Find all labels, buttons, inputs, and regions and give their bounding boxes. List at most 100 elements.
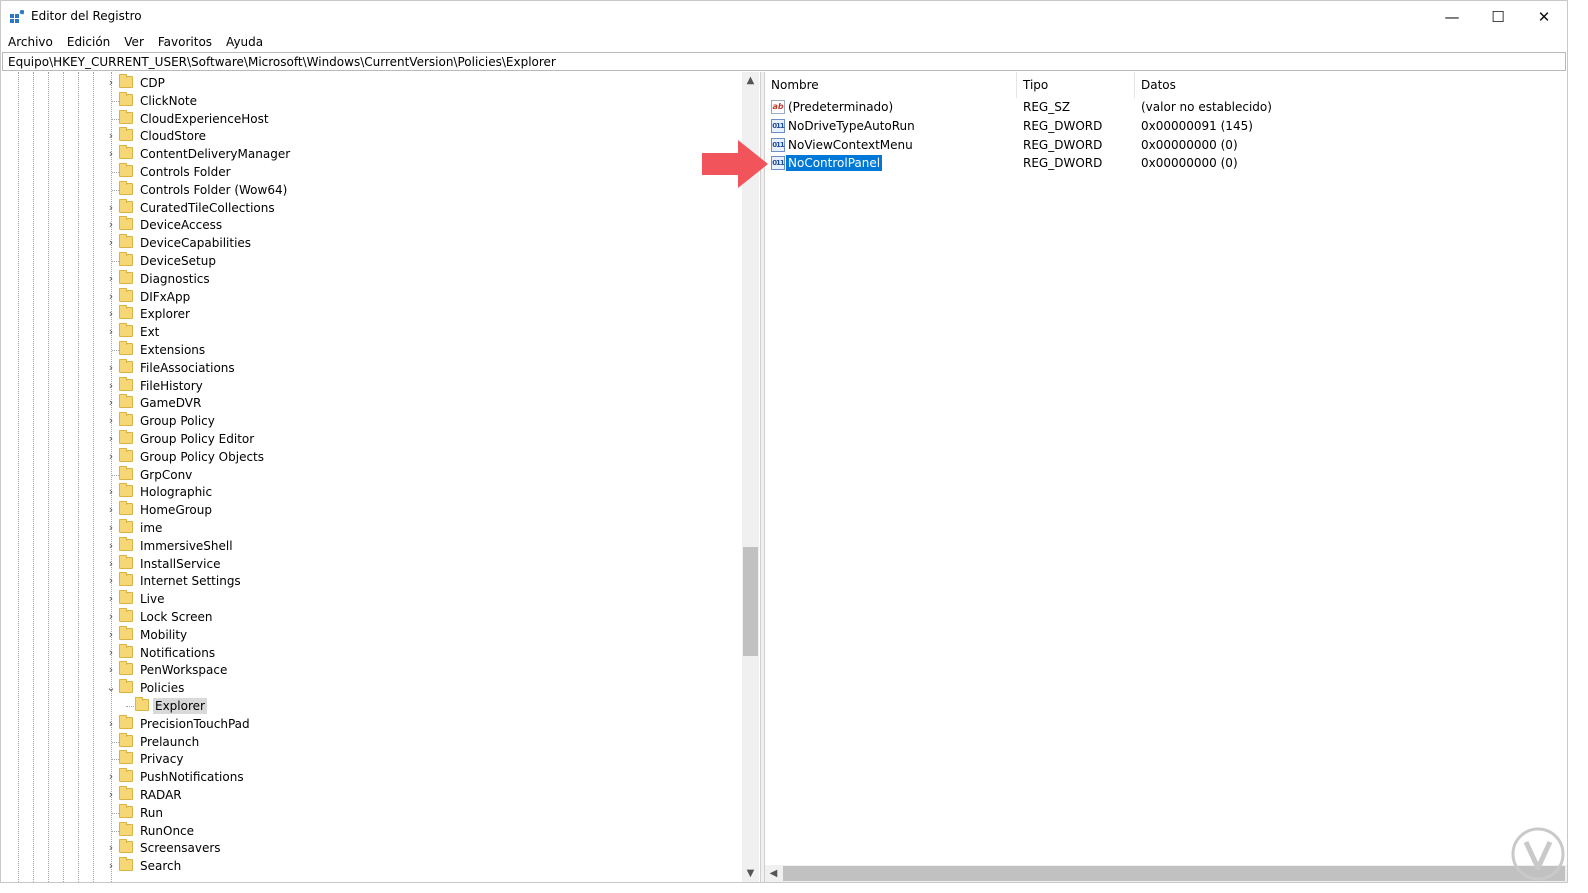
expand-chevron-icon[interactable]: ›	[105, 272, 117, 286]
tree-scroll-thumb[interactable]	[743, 547, 758, 656]
expand-chevron-icon[interactable]: ›	[105, 218, 117, 232]
menu-favoritos[interactable]: Favoritos	[151, 32, 219, 51]
expand-chevron-icon[interactable]: ›	[105, 539, 117, 553]
menu-archivo[interactable]: Archivo	[1, 32, 60, 51]
values-list-pane[interactable]: Nombre Tipo Datos ab (Predeterminado) REG_…	[765, 72, 1567, 882]
tree-item[interactable]: Run	[2, 803, 742, 822]
expand-chevron-icon[interactable]: ›	[105, 663, 117, 677]
menu-edicion[interactable]: Edición	[60, 32, 117, 51]
value-name[interactable]: NoControlPanel	[784, 154, 884, 173]
menu-ayuda[interactable]: Ayuda	[219, 32, 270, 51]
tree-item[interactable]: Controls Folder	[2, 163, 742, 181]
value-name[interactable]: NoViewContextMenu	[786, 137, 915, 153]
expand-chevron-icon[interactable]: ›	[105, 361, 117, 375]
expand-chevron-icon[interactable]: ›	[105, 147, 117, 161]
tree-item[interactable]: › FileAssociations	[2, 358, 742, 377]
tree-item[interactable]: › DIFxApp	[2, 287, 742, 306]
tree-item[interactable]: Extensions	[2, 341, 742, 359]
registry-value-row[interactable]: 011 NoDriveTypeAutoRun REG_DWORD 0x00000091…	[765, 117, 1565, 136]
tree-item[interactable]: › DeviceCapabilities	[2, 234, 742, 252]
tree-item[interactable]: Controls Folder (Wow64)	[2, 180, 742, 199]
scroll-down-icon[interactable]: ▼	[742, 865, 759, 882]
tree-item[interactable]: › ime	[2, 519, 742, 537]
expand-chevron-icon[interactable]: ›	[105, 770, 117, 784]
tree-item[interactable]: › PenWorkspace	[2, 661, 742, 679]
menu-ver[interactable]: Ver	[117, 32, 151, 51]
expand-chevron-icon[interactable]: ›	[105, 414, 117, 428]
tree-item[interactable]: › PushNotifications	[2, 768, 742, 786]
expand-chevron-icon[interactable]: ›	[105, 717, 117, 731]
minimize-button[interactable]: —	[1429, 1, 1475, 32]
tree-item[interactable]: › ImmersiveShell	[2, 536, 742, 555]
scroll-left-icon[interactable]: ◀	[765, 865, 782, 882]
tree-item[interactable]: Prelaunch	[2, 732, 742, 751]
tree-item[interactable]: CloudExperienceHost	[2, 109, 742, 128]
expand-chevron-icon[interactable]: ›	[105, 76, 117, 90]
expand-chevron-icon[interactable]: ›	[105, 610, 117, 624]
expand-chevron-icon[interactable]: ›	[105, 379, 117, 393]
tree-item[interactable]: › CDP	[2, 74, 742, 92]
expand-chevron-icon[interactable]: ›	[105, 521, 117, 535]
expand-chevron-icon[interactable]: ›	[105, 485, 117, 499]
expand-chevron-icon[interactable]: ›	[105, 325, 117, 339]
expand-chevron-icon[interactable]: ›	[105, 396, 117, 410]
list-scroll-thumb[interactable]	[783, 866, 1565, 881]
expand-chevron-icon[interactable]: ›	[105, 859, 117, 873]
tree-item[interactable]: › CloudStore	[2, 127, 742, 145]
registry-value-row[interactable]: ab (Predeterminado) REG_SZ (valor no establ…	[765, 98, 1565, 117]
tree-item[interactable]: DeviceSetup	[2, 252, 742, 270]
tree-item[interactable]: › CuratedTileCollections	[2, 198, 742, 217]
tree-vertical-scrollbar[interactable]: ▲ ▼	[742, 72, 759, 882]
tree-item[interactable]: Explorer	[2, 697, 742, 715]
expand-chevron-icon[interactable]: ›	[105, 290, 117, 304]
tree-item[interactable]: › Diagnostics	[2, 269, 742, 288]
tree-item[interactable]: › Ext	[2, 323, 742, 341]
tree-item[interactable]: Privacy	[2, 750, 742, 768]
expand-chevron-icon[interactable]: ›	[105, 646, 117, 660]
tree-item[interactable]: › ContentDeliveryManager	[2, 145, 742, 163]
registry-value-row[interactable]: 011 NoViewContextMenu REG_DWORD 0x00000000 …	[765, 136, 1565, 155]
tree-item[interactable]: › Group Policy	[2, 412, 742, 430]
tree-item[interactable]: › GameDVR	[2, 394, 742, 412]
tree-item[interactable]: › Live	[2, 590, 742, 608]
tree-item[interactable]: › FileHistory	[2, 376, 742, 395]
expand-chevron-icon[interactable]: ›	[105, 788, 117, 802]
expand-chevron-icon[interactable]: ›	[105, 503, 117, 517]
expand-chevron-icon[interactable]: ›	[105, 841, 117, 855]
column-header-data[interactable]: Datos	[1135, 72, 1435, 98]
expand-chevron-icon[interactable]: ›	[105, 557, 117, 571]
value-name[interactable]: NoDriveTypeAutoRun	[786, 118, 917, 134]
scroll-up-icon[interactable]: ▲	[742, 72, 759, 89]
maximize-button[interactable]: ☐	[1475, 1, 1521, 32]
registry-value-row[interactable]: 011 NoControlPanel REG_DWORD 0x00000000 (0)	[765, 154, 1565, 173]
address-bar[interactable]: Equipo\HKEY_CURRENT_USER\Software\Micros…	[2, 52, 1566, 71]
tree-item[interactable]: › PrecisionTouchPad	[2, 714, 742, 733]
tree-item[interactable]: › Notifications	[2, 643, 742, 662]
tree-item[interactable]: ⌄ Policies	[2, 679, 742, 697]
tree-item[interactable]: › HomeGroup	[2, 501, 742, 519]
expand-chevron-icon[interactable]: ›	[105, 628, 117, 642]
list-horizontal-scrollbar[interactable]: ◀	[765, 865, 1567, 882]
tree-item[interactable]: › Group Policy Objects	[2, 447, 742, 466]
tree-item[interactable]: ClickNote	[2, 91, 742, 110]
expand-chevron-icon[interactable]: ›	[105, 450, 117, 464]
tree-item[interactable]: › Internet Settings	[2, 572, 742, 590]
expand-chevron-icon[interactable]: ›	[105, 432, 117, 446]
column-header-type[interactable]: Tipo	[1017, 72, 1135, 98]
close-button[interactable]: ✕	[1521, 1, 1567, 32]
tree-item[interactable]: RunOnce	[2, 821, 742, 840]
expand-chevron-icon[interactable]: ›	[105, 201, 117, 215]
tree-item[interactable]: › InstallService	[2, 554, 742, 573]
expand-chevron-icon[interactable]: ›	[105, 236, 117, 250]
tree-item[interactable]: › RADAR	[2, 786, 742, 804]
tree-item[interactable]: › Screensavers	[2, 839, 742, 857]
tree-item[interactable]: › Mobility	[2, 625, 742, 644]
tree-item[interactable]: › Explorer	[2, 305, 742, 323]
value-name[interactable]: (Predeterminado)	[786, 99, 895, 115]
tree-item[interactable]: › Search	[2, 857, 742, 875]
expand-chevron-icon[interactable]: ›	[105, 307, 117, 321]
expand-chevron-icon[interactable]: ›	[105, 592, 117, 606]
column-header-name[interactable]: Nombre	[765, 72, 1017, 98]
title-bar[interactable]: Editor del Registro — ☐ ✕	[1, 1, 1567, 32]
key-tree-pane[interactable]: › CDP ClickNote CloudExperienceHost › CloudSt…	[2, 72, 759, 882]
